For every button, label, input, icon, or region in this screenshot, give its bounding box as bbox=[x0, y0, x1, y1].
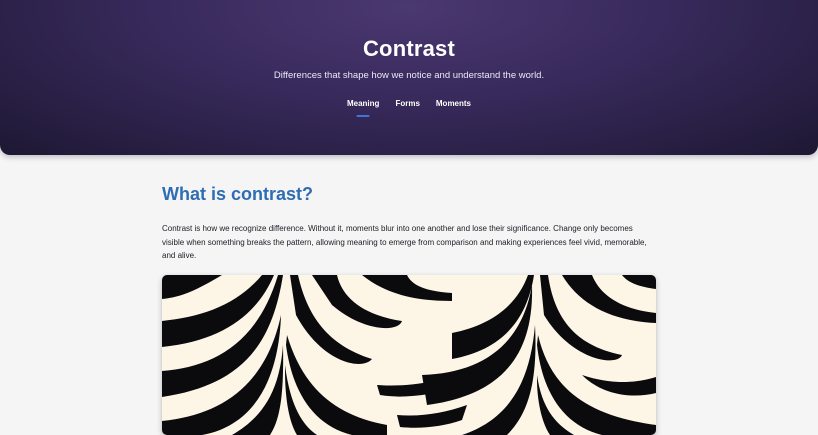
main-nav: Meaning Forms Moments bbox=[0, 99, 818, 116]
main-content: What is contrast? Contrast is how we rec… bbox=[162, 184, 656, 263]
page-subtitle: Differences that shape how we notice and… bbox=[273, 70, 545, 81]
nav-item-meaning[interactable]: Meaning bbox=[347, 99, 379, 116]
page-title: Contrast bbox=[362, 36, 456, 61]
op-art-stripes-image bbox=[162, 275, 656, 435]
section-heading: What is contrast? bbox=[162, 184, 314, 204]
hero-banner: Contrast Differences that shape how we n… bbox=[0, 0, 818, 155]
nav-item-forms[interactable]: Forms bbox=[395, 99, 419, 116]
section-body: Contrast is how we recognize difference.… bbox=[162, 224, 647, 260]
stripes-graphic bbox=[162, 275, 656, 435]
nav-item-moments[interactable]: Moments bbox=[436, 99, 471, 116]
